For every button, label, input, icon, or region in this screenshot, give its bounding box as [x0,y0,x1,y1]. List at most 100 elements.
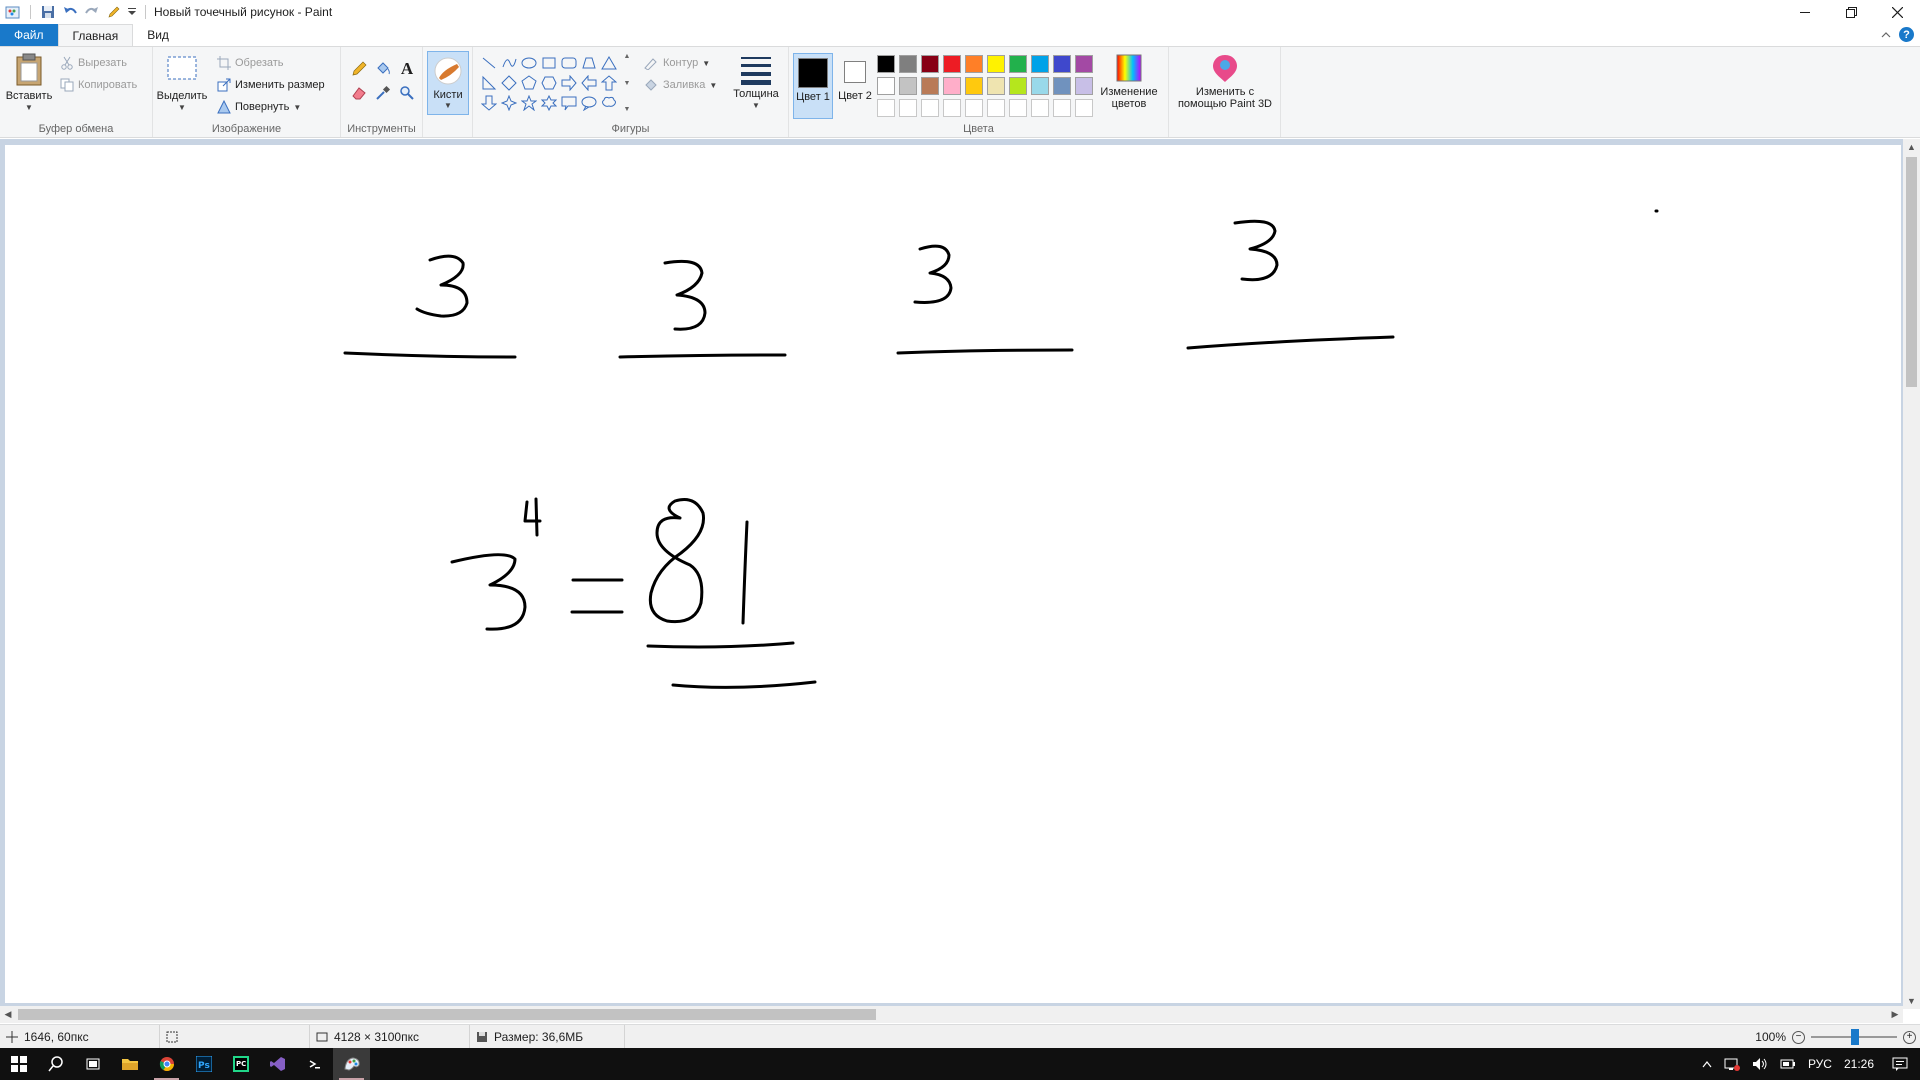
palette-swatch[interactable] [919,53,941,75]
palette-swatch[interactable] [897,97,919,119]
pycharm-icon[interactable]: PC [222,1048,259,1080]
eraser-icon[interactable] [347,81,371,105]
palette-swatch[interactable] [941,53,963,75]
palette-swatch[interactable] [1051,97,1073,119]
palette-swatch[interactable] [963,97,985,119]
up-arrow-shape-icon[interactable] [599,73,619,93]
photoshop-icon[interactable]: Ps [185,1048,222,1080]
palette-swatch[interactable] [897,75,919,97]
select-button[interactable]: Выделить ▼ [157,53,207,114]
palette-swatch[interactable] [1073,75,1095,97]
line-shape-icon[interactable] [479,53,499,73]
palette-swatch[interactable] [1007,97,1029,119]
outline-button[interactable]: Контур ▼ [643,53,710,73]
volume-icon[interactable] [1746,1048,1774,1080]
chevron-up-icon[interactable] [1696,1048,1718,1080]
redo-icon[interactable] [81,1,103,23]
horizontal-scroll-thumb[interactable] [18,1009,876,1020]
paste-button[interactable]: Вставить ▼ [6,53,52,114]
palette-swatch[interactable] [1073,53,1095,75]
size-button[interactable]: Толщина ▼ [729,53,783,112]
input-language[interactable]: РУС [1802,1048,1838,1080]
battery-icon[interactable] [1774,1048,1802,1080]
rectangle-shape-icon[interactable] [539,53,559,73]
text-tool-icon[interactable]: A [395,57,419,81]
oval-callout-shape-icon[interactable] [579,93,599,113]
cloud-callout-shape-icon[interactable] [599,93,619,113]
horizontal-scrollbar[interactable]: ◀ ▶ [0,1006,1903,1023]
zoom-out-icon[interactable]: − [1792,1030,1805,1044]
drawing-canvas[interactable] [5,145,1901,1003]
fill-bucket-icon[interactable] [371,57,395,81]
palette-swatch[interactable] [875,75,897,97]
magnifier-icon[interactable] [395,81,419,105]
palette-swatch[interactable] [1073,97,1095,119]
start-icon[interactable] [0,1048,37,1080]
restore-button[interactable] [1828,0,1874,24]
file-explorer-icon[interactable] [111,1048,148,1080]
down-arrow-shape-icon[interactable] [479,93,499,113]
curve-shape-icon[interactable] [499,53,519,73]
network-icon[interactable] [1718,1048,1746,1080]
minimize-button[interactable] [1782,0,1828,24]
five-point-star-shape-icon[interactable] [519,93,539,113]
palette-swatch[interactable] [1029,75,1051,97]
fill-button[interactable]: Заливка ▼ [643,75,717,95]
pentagon-shape-icon[interactable] [519,73,539,93]
palette-swatch[interactable] [897,53,919,75]
rect-callout-shape-icon[interactable] [559,93,579,113]
close-button[interactable] [1874,0,1920,24]
palette-swatch[interactable] [919,75,941,97]
resize-button[interactable]: Изменить размер [217,75,325,95]
diamond-shape-icon[interactable] [499,73,519,93]
palette-swatch[interactable] [1029,97,1051,119]
palette-swatch[interactable] [875,97,897,119]
triangle-shape-icon[interactable] [599,53,619,73]
zoom-in-icon[interactable]: + [1903,1030,1916,1044]
customize-qat-icon[interactable] [125,1,139,23]
vertical-scrollbar[interactable]: ▲ ▼ [1903,139,1920,1009]
chevron-down-icon[interactable]: ▼ [1903,993,1920,1009]
chevron-up-icon[interactable]: ▲ [1903,139,1920,155]
palette-swatch[interactable] [1029,53,1051,75]
palette-swatch[interactable] [985,53,1007,75]
edit-colors-button[interactable]: Изменение цветов [1095,53,1163,110]
hexagon-shape-icon[interactable] [539,73,559,93]
brushes-button[interactable]: Кисти ▼ [427,51,469,115]
right-arrow-shape-icon[interactable] [559,73,579,93]
task-view-icon[interactable] [74,1048,111,1080]
palette-swatch[interactable] [1007,53,1029,75]
search-icon[interactable] [37,1048,74,1080]
four-point-star-shape-icon[interactable] [499,93,519,113]
palette-swatch[interactable] [941,75,963,97]
palette-swatch[interactable] [919,97,941,119]
tab-file[interactable]: Файл [0,24,58,46]
oval-shape-icon[interactable] [519,53,539,73]
rounded-rectangle-shape-icon[interactable] [559,53,579,73]
clock[interactable]: 21:26 [1838,1048,1880,1080]
vertical-scroll-thumb[interactable] [1906,157,1917,387]
help-icon[interactable]: ? [1899,27,1914,42]
palette-swatch[interactable] [985,75,1007,97]
pencil-quick-icon[interactable] [103,1,125,23]
paint-icon[interactable] [333,1048,370,1080]
palette-swatch[interactable] [1051,75,1073,97]
right-triangle-shape-icon[interactable] [479,73,499,93]
chevron-right-icon[interactable]: ▶ [1887,1006,1903,1023]
palette-swatch[interactable] [1051,53,1073,75]
palette-swatch[interactable] [875,53,897,75]
palette-swatch[interactable] [963,53,985,75]
tab-home[interactable]: Главная [57,24,134,46]
copy-button[interactable]: Копировать [60,75,137,95]
shapes-scroll[interactable]: ▲ ▼ ▼ [623,53,631,113]
palette-swatch[interactable] [963,75,985,97]
polygon-shape-icon[interactable] [579,53,599,73]
zoom-slider[interactable] [1811,1029,1897,1045]
crop-button[interactable]: Обрезать [217,53,284,73]
pencil-icon[interactable] [347,57,371,81]
six-point-star-shape-icon[interactable] [539,93,559,113]
save-icon[interactable] [37,1,59,23]
notifications-icon[interactable] [1880,1048,1920,1080]
palette-swatch[interactable] [1007,75,1029,97]
undo-icon[interactable] [59,1,81,23]
